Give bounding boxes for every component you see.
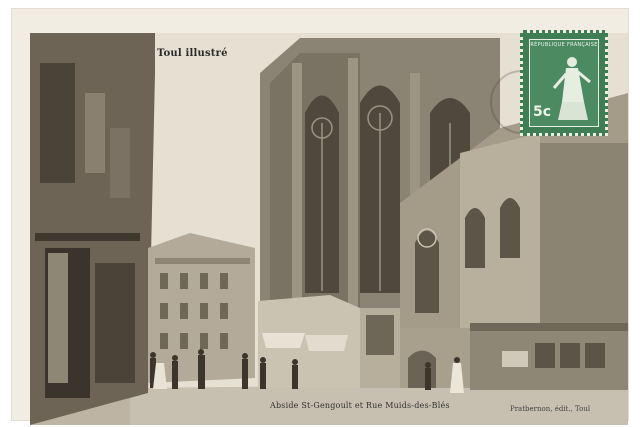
- publisher-credit: Pratbernon, édit., Toul: [510, 405, 591, 413]
- series-title: Toul illustré: [157, 48, 228, 59]
- postcard-caption: Abside St-Gengoult et Rue Muids-des-Blés: [270, 401, 450, 410]
- stamp-frame: RÉPUBLIQUE FRANÇAISE 5c: [529, 39, 599, 127]
- sower-figure-icon: [552, 57, 591, 120]
- postage-stamp: RÉPUBLIQUE FRANÇAISE 5c: [520, 30, 608, 136]
- stamp-country-text: RÉPUBLIQUE FRANÇAISE: [530, 42, 598, 48]
- stamp-value: 5c: [533, 104, 552, 120]
